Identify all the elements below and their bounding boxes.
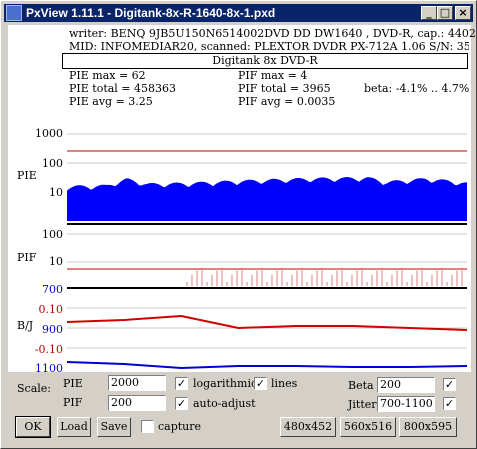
disc-title: Digitank 8x DVD-R: [62, 53, 468, 69]
mid-info: MID: INFOMEDIAR20, scanned: PLEXTOR DVDR…: [69, 40, 469, 53]
logarithmic-checkbox[interactable]: ✓: [175, 377, 188, 390]
pie-tick-10: 10: [49, 186, 63, 199]
pie-scale-label: PIE: [63, 377, 83, 390]
writer-info: writer: BENQ 9JB5U150N6514002DVD DD DW16…: [69, 27, 477, 40]
capture-checkbox[interactable]: [141, 420, 154, 433]
save-button[interactable]: Save: [97, 417, 131, 437]
beta-range: beta: -4.1% .. 4.7%: [364, 82, 470, 95]
pif-total: PIF total = 3965: [238, 82, 331, 95]
jitter-scale-input[interactable]: 700-1100: [377, 396, 435, 412]
size-480x452-button[interactable]: 480x452: [280, 417, 336, 437]
bj-tick-0.10: 0.10: [38, 303, 64, 316]
pie-scale-input[interactable]: 2000: [108, 375, 166, 391]
jitter-checkbox[interactable]: ✓: [443, 397, 456, 410]
pie-max: PIE max = 62: [69, 69, 146, 82]
capture-label: capture: [158, 420, 202, 433]
pif-scale-label: PIF: [63, 396, 83, 409]
auto-adjust-label: auto-adjust: [193, 397, 256, 410]
logarithmic-label: logarithmic: [193, 377, 258, 390]
pif-tick-10: 10: [49, 255, 63, 268]
bj-tick-neg0.10: -0.10: [34, 343, 63, 356]
pie-tick-100: 100: [42, 157, 63, 170]
size-800x595-button[interactable]: 800x595: [399, 417, 457, 437]
beta-scale-label: Beta: [348, 379, 374, 392]
beta-checkbox[interactable]: ✓: [443, 378, 456, 391]
jitter-line: [67, 361, 467, 370]
pie-area: [67, 177, 467, 221]
jitter-scale-label: Jitter: [348, 398, 377, 411]
pie-avg: PIE avg = 3.25: [69, 95, 153, 108]
window-title: PxView 1.11.1 - Digitank-8x-R-1640-8x-1.…: [26, 6, 276, 20]
beta-scale-input[interactable]: 200: [377, 377, 435, 393]
bj-tick-900: 900: [42, 323, 63, 336]
pxview-window: PxView 1.11.1 - Digitank-8x-R-1640-8x-1.…: [0, 0, 477, 449]
ok-button[interactable]: OK: [15, 416, 51, 438]
close-button[interactable]: ×: [455, 6, 471, 20]
pif-grid: [67, 233, 467, 263]
bj-tick-700: 700: [42, 283, 63, 296]
lines-label: lines: [271, 377, 298, 390]
auto-adjust-checkbox[interactable]: ✓: [175, 397, 188, 410]
pif-max: PIF max = 4: [238, 69, 308, 82]
pie-axis-label: PIE: [17, 169, 37, 182]
app-icon: [6, 5, 22, 21]
title-bar[interactable]: PxView 1.11.1 - Digitank-8x-R-1640-8x-1.…: [4, 4, 473, 22]
pie-tick-1000: 1000: [35, 127, 63, 140]
minimize-button[interactable]: _: [421, 6, 437, 20]
scale-label: Scale:: [17, 382, 51, 395]
load-button[interactable]: Load: [57, 417, 91, 437]
scan-graph: [67, 133, 467, 370]
pif-tick-100: 100: [42, 228, 63, 241]
size-560x516-button[interactable]: 560x516: [340, 417, 396, 437]
lines-checkbox[interactable]: ✓: [254, 377, 267, 390]
maximize-button[interactable]: □: [437, 6, 453, 20]
pif-scale-input[interactable]: 200: [108, 395, 166, 411]
pif-avg: PIF avg = 0.0035: [238, 95, 336, 108]
pif-spikes: [186, 267, 463, 286]
bj-tick-1100: 1100: [35, 362, 63, 375]
pie-total: PIE total = 458363: [69, 82, 177, 95]
